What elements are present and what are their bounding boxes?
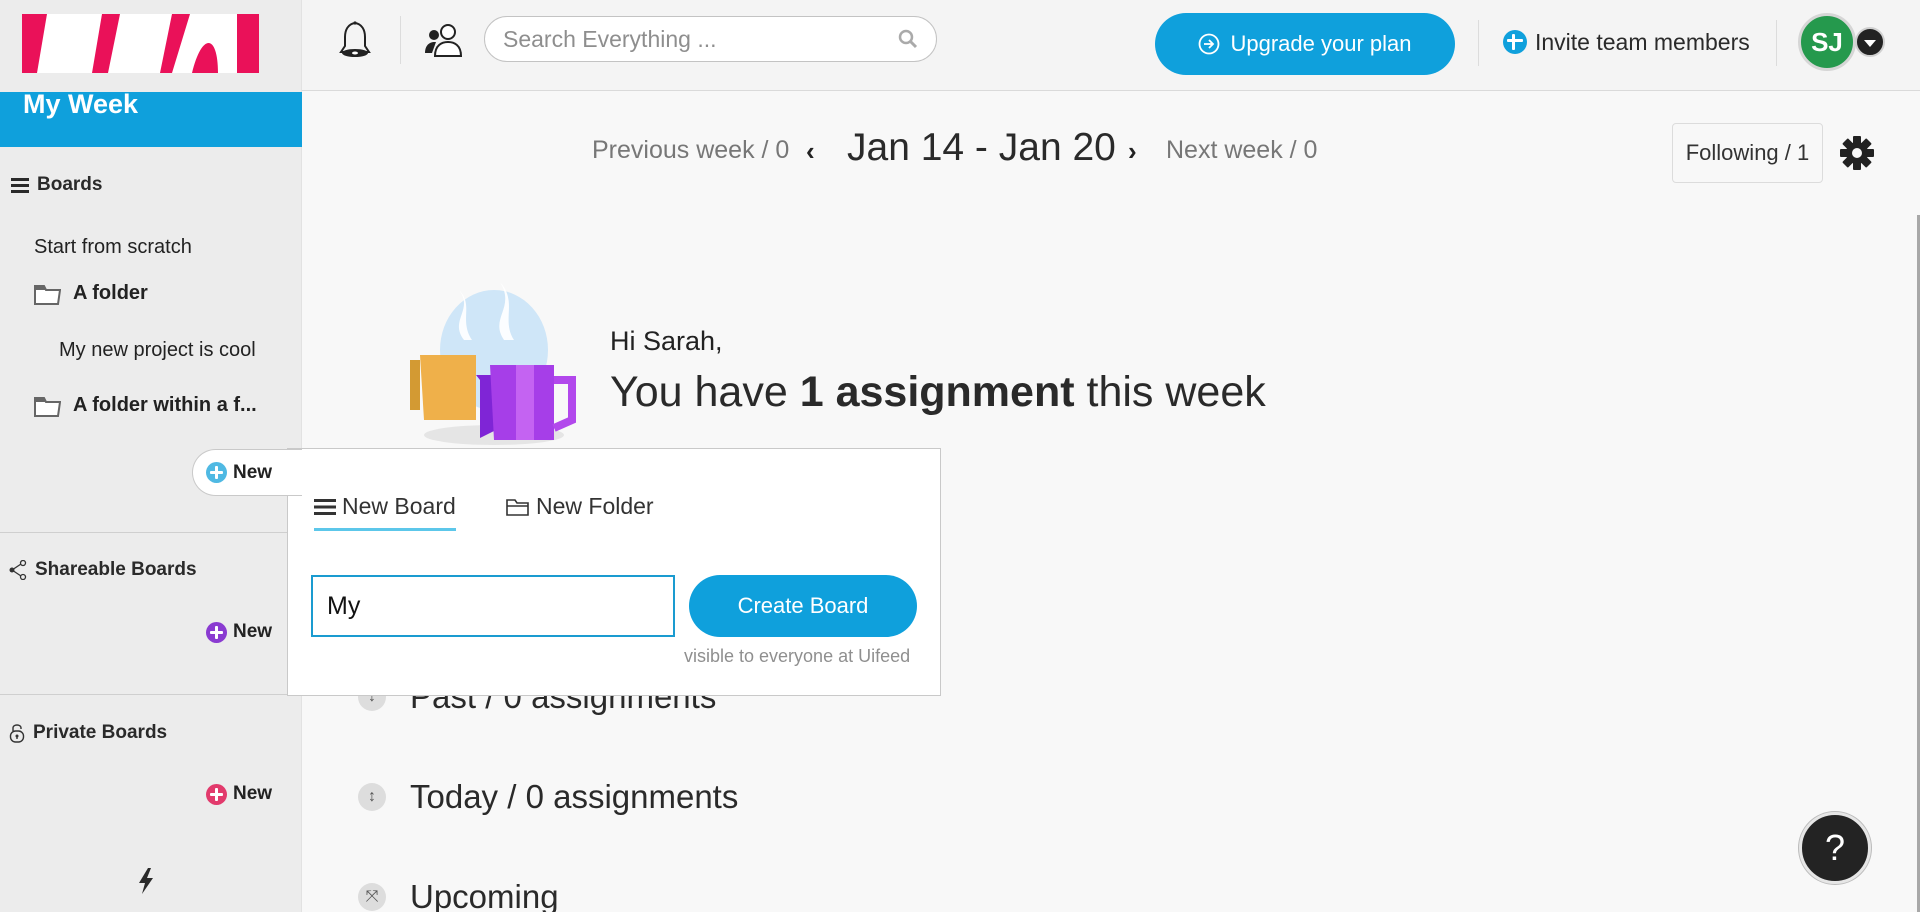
- board-name-input[interactable]: [311, 575, 675, 637]
- team-button[interactable]: [422, 18, 466, 62]
- arrow-circle-right-icon: [1199, 33, 1220, 55]
- search-bar[interactable]: [484, 16, 937, 62]
- invite-label: Invite team members: [1535, 28, 1750, 55]
- new-private-board-button[interactable]: New: [206, 783, 272, 805]
- share-icon: [9, 560, 27, 580]
- assignment-count: 1 assignment: [799, 368, 1075, 416]
- next-week-label: Next week / 0: [1166, 135, 1318, 164]
- chevron-right-icon[interactable]: ›: [1128, 136, 1137, 167]
- account-menu-caret-icon[interactable]: [1855, 27, 1885, 57]
- folder-icon: [34, 396, 61, 417]
- question-mark-icon: ?: [1824, 827, 1846, 868]
- sidebar-board-my-new-project[interactable]: My new project is cool: [59, 339, 256, 362]
- tab-label: New Board: [342, 493, 456, 519]
- chevron-left-icon[interactable]: ‹: [806, 136, 815, 167]
- previous-week-label: Previous week / 0: [592, 135, 790, 164]
- greeting-hi: Hi Sarah,: [610, 326, 723, 356]
- section-today[interactable]: ↕ Today / 0 assignments: [358, 778, 738, 816]
- previous-week-link[interactable]: Previous week / 0: [592, 125, 789, 175]
- shareable-heading-label: Shareable Boards: [35, 559, 197, 580]
- folder-label: A folder within a f...: [73, 394, 257, 416]
- lock-icon: [9, 724, 25, 743]
- help-button[interactable]: ?: [1799, 812, 1871, 884]
- new-label: New: [233, 621, 273, 642]
- following-button[interactable]: Following / 1: [1672, 123, 1823, 183]
- private-heading-label: Private Boards: [33, 722, 168, 743]
- greeting-prefix: You have: [610, 368, 788, 416]
- boards-heading[interactable]: Boards: [11, 174, 102, 196]
- hamburger-icon: [314, 498, 336, 515]
- shareable-boards-heading[interactable]: Shareable Boards: [9, 559, 197, 581]
- next-week-link[interactable]: Next week / 0: [1166, 125, 1317, 175]
- greeting-suffix: this week: [1086, 368, 1266, 416]
- visibility-note: visible to everyone at Uifeed: [684, 646, 911, 666]
- plus-circle-icon: [206, 462, 227, 483]
- search-input[interactable]: [503, 25, 898, 53]
- topbar-divider: [400, 16, 401, 64]
- plus-circle-icon: [206, 621, 227, 643]
- new-board-toggle-button[interactable]: New: [192, 449, 302, 496]
- sidebar-board-start-from-scratch[interactable]: Start from scratch: [34, 236, 192, 259]
- new-label: New: [233, 783, 273, 804]
- avatar-initials: SJ: [1811, 26, 1843, 57]
- sidebar-divider: [0, 532, 287, 533]
- week-range-title: Jan 14 - Jan 20: [847, 126, 1116, 169]
- tab-label: New Folder: [536, 493, 654, 519]
- hamburger-icon: [11, 178, 29, 193]
- section-label: Today: [410, 778, 499, 815]
- new-board-popup: New Board New Folder Create Board visibl…: [287, 448, 941, 696]
- sidebar-folder-nested[interactable]: A folder within a f...: [34, 394, 257, 417]
- section-upcoming[interactable]: ⤧ Upcoming: [358, 878, 559, 912]
- topbar-divider: [1478, 20, 1479, 66]
- upgrade-plan-button[interactable]: Upgrade your plan: [1155, 13, 1455, 75]
- user-avatar[interactable]: SJ: [1798, 13, 1856, 71]
- bell-icon: [339, 21, 371, 57]
- plus-circle-icon: [1503, 30, 1527, 54]
- folder-outline-icon: [506, 498, 529, 516]
- section-label: Upcoming: [410, 878, 559, 912]
- folder-label: A folder: [73, 282, 148, 304]
- board-label: Start from scratch: [34, 236, 192, 258]
- plus-circle-icon: [206, 783, 227, 805]
- greeting-summary: You have 1 assignment this week: [610, 368, 1266, 417]
- new-label: New: [233, 461, 273, 483]
- my-week-label: My Week: [23, 89, 139, 119]
- sidebar-folder-a-folder[interactable]: A folder: [34, 282, 148, 305]
- expand-icon: ⤧: [358, 883, 386, 911]
- arrow-updown-icon: ↕: [358, 783, 386, 811]
- create-board-button[interactable]: Create Board: [689, 575, 917, 637]
- private-boards-heading[interactable]: Private Boards: [9, 722, 167, 744]
- boards-heading-label: Boards: [37, 174, 103, 195]
- new-shareable-board-button[interactable]: New: [206, 621, 272, 643]
- search-icon[interactable]: [898, 29, 918, 49]
- following-label: Following / 1: [1685, 140, 1810, 165]
- people-icon: [425, 24, 463, 57]
- gear-icon[interactable]: [1839, 135, 1875, 171]
- tab-new-folder[interactable]: New Folder: [506, 493, 654, 528]
- brand-logo[interactable]: [22, 14, 259, 73]
- topbar-divider: [1776, 20, 1777, 66]
- sidebar-divider: [0, 694, 287, 695]
- logo-mark-icon: [22, 14, 259, 73]
- folder-icon: [34, 284, 61, 305]
- invite-team-button[interactable]: Invite team members: [1503, 22, 1750, 62]
- lightning-icon[interactable]: [137, 868, 155, 894]
- notifications-button[interactable]: [334, 18, 376, 62]
- sidebar-item-my-week[interactable]: My Week: [0, 89, 302, 147]
- upgrade-label: Upgrade your plan: [1230, 31, 1412, 56]
- section-count: / 0 assignments: [507, 778, 739, 815]
- board-label: My new project is cool: [59, 339, 256, 361]
- tab-new-board[interactable]: New Board: [314, 493, 456, 531]
- coffee-mugs-illustration: [410, 282, 576, 445]
